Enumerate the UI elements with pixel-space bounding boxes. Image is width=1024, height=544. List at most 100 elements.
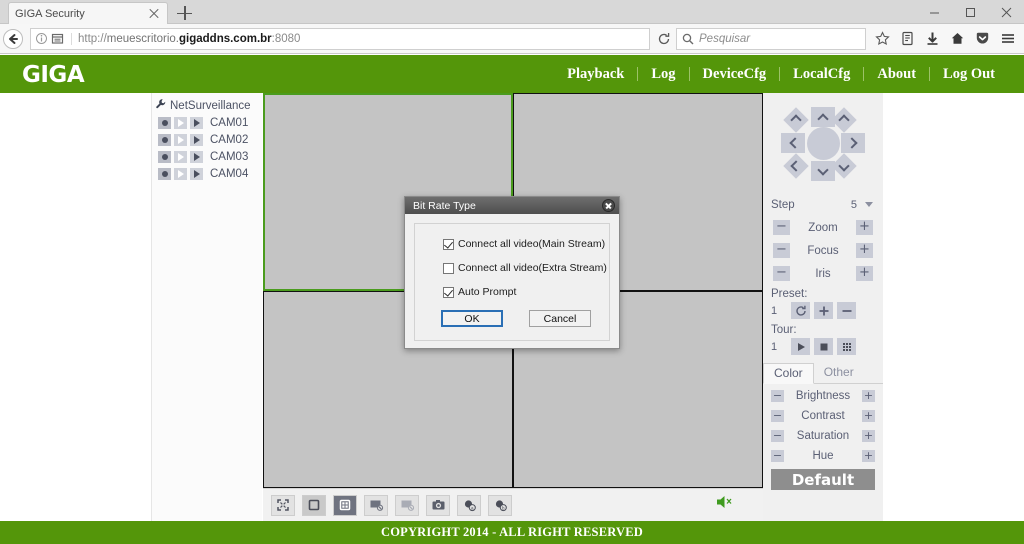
tree-root-item[interactable]: NetSurveillance: [152, 97, 262, 114]
hue-plus-button[interactable]: +: [862, 449, 875, 462]
fullscreen-icon[interactable]: [271, 494, 295, 516]
ptz-up-left-button[interactable]: [783, 107, 809, 133]
record-status-icon[interactable]: [158, 117, 171, 129]
single-view-icon[interactable]: [302, 494, 326, 516]
library-icon[interactable]: [895, 26, 920, 52]
stop-all-record-icon[interactable]: [364, 494, 388, 516]
reload-button[interactable]: [652, 28, 676, 50]
focus-plus-button[interactable]: +: [856, 243, 873, 258]
add-icon[interactable]: [814, 302, 833, 319]
play-icon[interactable]: [791, 338, 810, 355]
nav-item-localcfg[interactable]: LocalCfg: [780, 55, 863, 93]
stream-play-icon[interactable]: [190, 151, 203, 163]
brightness-plus-button[interactable]: +: [862, 389, 875, 402]
zoom-minus-button[interactable]: −: [773, 220, 790, 235]
saturation-minus-button[interactable]: −: [771, 429, 784, 442]
browser-window: GIGA Security http://meuescritorio.gigad…: [0, 0, 1024, 544]
record-status-icon[interactable]: [158, 151, 171, 163]
dialog-title-bar: Bit Rate Type: [405, 197, 619, 214]
tree-item-cam01[interactable]: CAM01: [152, 115, 262, 131]
snapshot-icon[interactable]: [426, 494, 450, 516]
preview-play-icon[interactable]: [174, 117, 187, 129]
contrast-minus-button[interactable]: −: [771, 409, 784, 422]
ptz-center-button[interactable]: [807, 127, 840, 160]
close-tab-icon[interactable]: [147, 7, 161, 21]
focus-minus-button[interactable]: −: [773, 243, 790, 258]
checkbox-main-stream[interactable]: [443, 238, 454, 250]
back-button[interactable]: [0, 26, 26, 52]
record-status-icon[interactable]: [158, 168, 171, 180]
search-input[interactable]: Pesquisar: [676, 27, 866, 50]
minimize-button[interactable]: [916, 0, 952, 24]
remove-icon[interactable]: [837, 302, 856, 319]
hamburger-menu-icon[interactable]: [995, 26, 1020, 52]
nav-item-logout[interactable]: Log Out: [930, 55, 1008, 93]
zoom-plus-button[interactable]: +: [856, 220, 873, 235]
pocket-icon[interactable]: [970, 26, 995, 52]
giga-logo[interactable]: GIGA: [22, 62, 85, 88]
brightness-minus-button[interactable]: −: [771, 389, 784, 402]
stream-play-icon[interactable]: [190, 134, 203, 146]
tree-item-cam02[interactable]: CAM02: [152, 132, 262, 148]
option-main-stream[interactable]: Connect all video(Main Stream): [443, 238, 609, 250]
default-button[interactable]: Default: [771, 469, 875, 490]
info-icon[interactable]: [35, 32, 49, 46]
download-icon[interactable]: [920, 26, 945, 52]
url-port: :8080: [271, 32, 301, 45]
url-bar[interactable]: http://meuescritorio.gigaddns.com.br:808…: [30, 27, 650, 50]
preview-play-icon[interactable]: [174, 151, 187, 163]
option-auto-prompt[interactable]: Auto Prompt: [443, 286, 609, 298]
audio-listen-icon[interactable]: b: [488, 494, 512, 516]
ptz-up-right-button[interactable]: [831, 107, 857, 133]
refresh-icon[interactable]: [791, 302, 810, 319]
tab-other[interactable]: Other: [814, 363, 864, 383]
nav-item-devicecfg[interactable]: DeviceCfg: [690, 55, 780, 93]
start-all-record-icon[interactable]: [395, 494, 419, 516]
stop-icon[interactable]: [814, 338, 833, 355]
tour-value[interactable]: 1: [771, 341, 787, 353]
contrast-plus-button[interactable]: +: [862, 409, 875, 422]
new-tab-icon[interactable]: [176, 4, 194, 22]
nav-item-about[interactable]: About: [864, 55, 929, 93]
preview-play-icon[interactable]: [174, 134, 187, 146]
iris-minus-button[interactable]: −: [773, 266, 790, 281]
tab-color[interactable]: Color: [763, 363, 814, 384]
ptz-right-button[interactable]: [841, 133, 865, 153]
preset-row: 1: [763, 302, 883, 319]
audio-talk-icon[interactable]: a: [457, 494, 481, 516]
close-window-button[interactable]: [988, 0, 1024, 24]
iris-plus-button[interactable]: +: [856, 266, 873, 281]
reader-view-icon[interactable]: [51, 32, 65, 46]
ptz-step-row[interactable]: Step 5: [763, 195, 883, 214]
star-icon[interactable]: [870, 26, 895, 52]
ptz-up-button[interactable]: [811, 107, 835, 127]
nav-item-log[interactable]: Log: [638, 55, 688, 93]
stream-play-icon[interactable]: [190, 117, 203, 129]
preview-play-icon[interactable]: [174, 168, 187, 180]
tree-item-cam03[interactable]: CAM03: [152, 149, 262, 165]
home-icon[interactable]: [945, 26, 970, 52]
browser-tab[interactable]: GIGA Security: [8, 2, 168, 24]
wrench-icon: [155, 97, 167, 115]
nav-item-playback[interactable]: Playback: [554, 55, 637, 93]
speaker-muted-icon[interactable]: [715, 493, 735, 516]
ptz-left-button[interactable]: [781, 133, 805, 153]
saturation-plus-button[interactable]: +: [862, 429, 875, 442]
record-status-icon[interactable]: [158, 134, 171, 146]
maximize-button[interactable]: [952, 0, 988, 24]
checkbox-extra-stream[interactable]: [443, 262, 454, 274]
chevron-down-icon[interactable]: [865, 202, 873, 207]
ok-button[interactable]: OK: [441, 310, 503, 327]
grid-icon[interactable]: [837, 338, 856, 355]
cancel-button[interactable]: Cancel: [529, 310, 591, 327]
hue-minus-button[interactable]: −: [771, 449, 784, 462]
option-extra-stream[interactable]: Connect all video(Extra Stream): [443, 262, 609, 274]
ptz-down-right-button[interactable]: [831, 153, 857, 179]
preset-value[interactable]: 1: [771, 305, 787, 317]
tree-item-cam04[interactable]: CAM04: [152, 166, 262, 182]
ptz-down-left-button[interactable]: [783, 153, 809, 179]
close-icon[interactable]: [602, 199, 615, 212]
stream-play-icon[interactable]: [190, 168, 203, 180]
checkbox-auto-prompt[interactable]: [443, 286, 454, 298]
multi-view-icon[interactable]: [333, 494, 357, 516]
